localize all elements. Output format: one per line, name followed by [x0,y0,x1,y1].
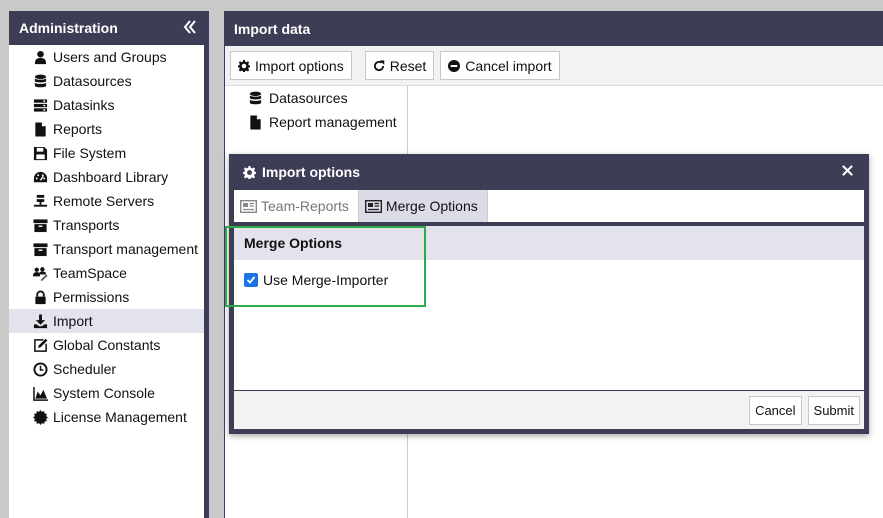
panel-title: Import data [234,20,311,37]
database-icon [249,91,262,104]
cancel-import-label: Cancel import [465,57,552,74]
sidebar-item-teamspace[interactable]: TeamSpace [9,261,204,285]
sidebar-item-label: Remote Servers [53,193,155,209]
section-title: Merge Options [234,226,864,260]
double-chevron-left-icon[interactable] [183,19,197,35]
sidebar-item-label: Scheduler [53,361,117,377]
checkmark-icon [246,276,256,284]
file-icon [250,114,261,130]
sidebar-item-label: Transports [53,217,120,233]
sidebar-item-label: License Management [53,409,187,425]
reset-label: Reset [389,57,427,74]
sidebar-item-datasources[interactable]: Datasources [9,69,204,93]
sidebar-item-label: Permissions [53,289,130,305]
tree-item-label: Report management [269,114,397,130]
archive-icon [32,217,48,233]
clock-icon [32,361,48,377]
dialog-title: Import options [262,164,360,180]
sidebar-item-label: Global Constants [53,337,161,353]
sidebar-item-transport-management[interactable]: Transport management [9,237,204,261]
sidebar-item-label: TeamSpace [53,265,127,281]
sidebar-item-import[interactable]: Import [9,309,204,333]
sidebar-item-file-system[interactable]: File System [9,141,204,165]
tab-merge-options[interactable]: Merge Options [358,190,488,222]
submit-button[interactable]: Submit [807,395,860,425]
sidebar-item-users-and-groups[interactable]: Users and Groups [9,45,204,69]
import-options-dialog: Import options Team-Reports Merge Option… [229,154,869,434]
dialog-tabs: Team-Reports Merge Options [234,190,864,226]
cancel-import-button[interactable]: Cancel import [440,51,560,80]
refresh-icon [373,59,384,71]
gear-icon [243,165,256,179]
download-icon [32,313,48,329]
checkbox-label: Use Merge-Importer [263,272,389,288]
server-icon [32,97,48,113]
use-merge-importer-checkbox[interactable] [244,273,258,287]
minus-circle-icon [448,59,461,72]
gear-icon [238,59,250,72]
sidebar-item-scheduler[interactable]: Scheduler [9,357,204,381]
sidebar-item-permissions[interactable]: Permissions [9,285,204,309]
sidebar-item-dashboard-library[interactable]: Dashboard Library [9,165,204,189]
remote-server-icon [32,193,48,209]
sidebar-item-label: Transport management [53,241,198,257]
tab-team-reports[interactable]: Team-Reports [234,190,359,222]
sidebar-item-label: Datasources [53,73,132,89]
sidebar-item-label: System Console [53,385,155,401]
dialog-header: Import options [229,154,869,190]
file-icon [32,121,48,137]
area-chart-icon [32,385,48,401]
tree-item-datasources[interactable]: Datasources [225,86,407,110]
lock-icon [32,289,48,305]
sidebar-item-label: Users and Groups [53,49,167,65]
reset-button[interactable]: Reset [364,51,435,80]
sidebar-header: Administration [9,11,209,45]
tab-label: Team-Reports [261,198,349,214]
archive-icon [32,241,48,257]
dialog-footer: Cancel Submit [234,390,864,429]
sidebar-item-system-console[interactable]: System Console [9,381,204,405]
sidebar-item-reports[interactable]: Reports [9,117,204,141]
sidebar-item-label: Import [53,313,93,329]
sidebar-item-remote-servers[interactable]: Remote Servers [9,189,204,213]
database-icon [32,73,48,89]
toolbar: Import options Reset Cancel import [225,46,883,86]
cancel-button[interactable]: Cancel [749,395,802,425]
sidebar-item-datasinks[interactable]: Datasinks [9,93,204,117]
admin-sidebar: Administration Users and Groups Datasour… [9,11,209,518]
sidebar-item-license-management[interactable]: License Management [9,405,204,429]
tree-item-label: Datasources [269,90,348,106]
import-options-label: Import options [255,57,344,74]
sidebar-item-transports[interactable]: Transports [9,213,204,237]
dashboard-icon [32,169,48,185]
team-icon [32,265,48,281]
sidebar-item-label: Datasinks [53,97,115,113]
sidebar-item-global-constants[interactable]: Global Constants [9,333,204,357]
user-icon [32,49,48,65]
import-options-button[interactable]: Import options [230,51,352,80]
sidebar-nav: Users and Groups Datasources Datasinks R… [9,45,204,518]
sidebar-item-label: Dashboard Library [53,169,169,185]
certificate-icon [32,409,48,425]
sidebar-item-label: Reports [53,121,103,137]
sidebar-item-label: File System [53,145,127,161]
tree-item-report-management[interactable]: Report management [225,110,407,134]
floppy-icon [32,145,48,161]
close-icon[interactable] [841,164,854,177]
sidebar-title: Administration [19,20,118,36]
edit-icon [32,337,48,353]
newspaper-icon [240,199,257,213]
dialog-content: Team-Reports Merge Options Merge Options… [234,190,864,429]
newspaper-icon [364,199,382,213]
merge-importer-row: Use Merge-Importer [234,260,864,300]
tab-label: Merge Options [385,198,478,214]
